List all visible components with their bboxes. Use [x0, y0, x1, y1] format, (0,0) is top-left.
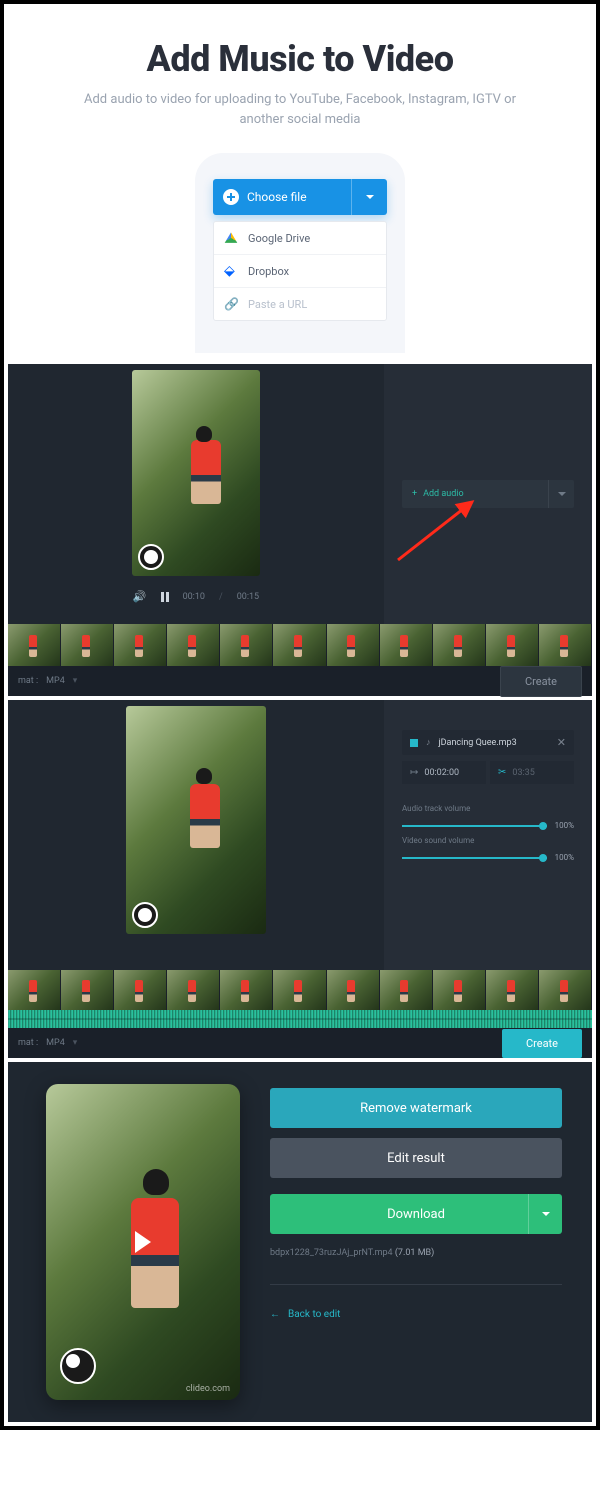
back-to-edit-link[interactable]: ← Back to edit	[270, 1309, 562, 1320]
side-panel: + Add audio	[384, 364, 592, 624]
audio-file-chip: ♪ jDancing Quee.mp3 ✕	[402, 730, 574, 755]
scissors-icon: ✂	[498, 767, 506, 778]
watermark-icon	[60, 1348, 96, 1384]
result-actions: Remove watermark Edit result Download bd…	[270, 1084, 562, 1400]
filename: bdpx1228_73ruzJAj_prNT.mp4	[270, 1248, 393, 1258]
choose-file-dropdown[interactable]	[351, 179, 387, 215]
add-audio-button[interactable]: + Add audio	[402, 480, 574, 508]
music-icon: ♪	[426, 737, 431, 748]
start-time: 00:02:00	[424, 768, 459, 778]
time-total: 00:15	[237, 592, 259, 602]
choose-file-label: Choose file	[247, 190, 307, 204]
start-time-input[interactable]: ↦ 00:02:00	[402, 761, 486, 784]
format-label: mat :	[18, 1038, 38, 1048]
trim-controls: ↦ 00:02:00 ✂ 03:35	[402, 761, 574, 784]
option-url[interactable]: 🔗 Paste a URL	[214, 288, 386, 320]
watermark-icon	[132, 902, 158, 928]
source-options: Google Drive ⬙ Dropbox 🔗 Paste a URL	[213, 221, 387, 321]
phone-mockup: Choose file Google Drive ⬙ Dropbox 🔗 Pas…	[195, 153, 405, 353]
volume-icon[interactable]: 🔊	[133, 590, 147, 603]
watermark-icon	[138, 544, 164, 570]
preview-pane: 🔊 00:10 / 00:15	[8, 364, 384, 624]
result-preview[interactable]: clideo.com	[46, 1084, 240, 1400]
format-label: mat :	[18, 676, 38, 686]
time-sep: /	[219, 592, 223, 602]
audio-volume-value: 100%	[555, 821, 574, 830]
video-preview[interactable]	[126, 706, 266, 934]
chevron-down-icon	[542, 1212, 550, 1216]
plus-icon	[223, 189, 239, 205]
download-label: Download	[387, 1207, 445, 1222]
edit-result-button[interactable]: Edit result	[270, 1138, 562, 1178]
video-volume-value: 100%	[555, 853, 574, 862]
watermark-text: clideo.com	[186, 1384, 230, 1394]
timeline[interactable]	[8, 970, 592, 1010]
gdrive-icon	[224, 231, 238, 245]
link-icon: 🔗	[224, 297, 238, 311]
side-panel: ♪ jDancing Quee.mp3 ✕ ↦ 00:02:00 ✂ 03:35…	[384, 700, 592, 970]
preview-pane	[8, 700, 384, 970]
audio-filename: jDancing Quee.mp3	[439, 738, 517, 748]
choose-file-button[interactable]: Choose file	[213, 179, 387, 215]
option-google-drive[interactable]: Google Drive	[214, 222, 386, 255]
remove-watermark-button[interactable]: Remove watermark	[270, 1088, 562, 1128]
editor-step-add-audio: 🔊 00:10 / 00:15 + Add audio	[8, 364, 592, 696]
trim-start-icon: ↦	[410, 767, 418, 778]
audio-volume-label: Audio track volume	[402, 804, 574, 813]
dropbox-icon: ⬙	[224, 264, 238, 278]
create-button[interactable]: Create	[502, 1029, 582, 1058]
pause-button[interactable]	[161, 592, 169, 602]
download-button[interactable]: Download	[270, 1194, 562, 1234]
create-button[interactable]: Create	[500, 666, 582, 697]
format-value[interactable]: MP4	[46, 676, 65, 686]
filesize: (7.01 MB)	[395, 1248, 434, 1258]
end-time: 03:35	[512, 768, 534, 778]
time-current: 00:10	[183, 592, 205, 602]
chevron-down-icon: ▾	[73, 1038, 78, 1048]
chevron-down-icon: ▾	[73, 676, 78, 686]
remove-audio-button[interactable]: ✕	[557, 736, 566, 749]
option-label: Paste a URL	[248, 298, 307, 311]
back-label: Back to edit	[288, 1309, 340, 1320]
playback-controls: 🔊 00:10 / 00:15	[133, 590, 259, 603]
audio-waveform[interactable]	[8, 1010, 592, 1028]
page-title: Add Music to Video	[28, 38, 572, 80]
bottom-bar: mat : MP4 ▾ Create	[8, 666, 592, 696]
file-icon	[410, 739, 418, 747]
download-dropdown[interactable]	[528, 1194, 562, 1234]
audio-volume-slider[interactable]: 100%	[402, 821, 574, 830]
video-preview[interactable]	[132, 370, 260, 576]
result-section: clideo.com Remove watermark Edit result …	[8, 1062, 592, 1422]
option-label: Dropbox	[248, 265, 289, 278]
timeline[interactable]	[8, 624, 592, 666]
format-value[interactable]: MP4	[46, 1038, 65, 1048]
option-label: Google Drive	[248, 232, 310, 245]
landing-section: Add Music to Video Add audio to video fo…	[8, 8, 592, 360]
add-audio-dropdown[interactable]	[548, 480, 574, 508]
play-icon[interactable]	[135, 1231, 151, 1253]
page-subtitle: Add audio to video for uploading to YouT…	[80, 90, 520, 129]
chevron-down-icon	[558, 492, 566, 496]
video-volume-slider[interactable]: 100%	[402, 853, 574, 862]
chevron-down-icon	[366, 195, 374, 199]
bottom-bar: mat : MP4 ▾ Create	[8, 1028, 592, 1058]
add-audio-label: Add audio	[423, 489, 464, 499]
arrow-left-icon: ←	[270, 1309, 280, 1320]
video-volume-label: Video sound volume	[402, 836, 574, 845]
editor-step-audio-settings: ♪ jDancing Quee.mp3 ✕ ↦ 00:02:00 ✂ 03:35…	[8, 700, 592, 1058]
end-time-input[interactable]: ✂ 03:35	[490, 761, 574, 784]
plus-icon: +	[412, 489, 417, 499]
option-dropbox[interactable]: ⬙ Dropbox	[214, 255, 386, 288]
output-filename: bdpx1228_73ruzJAj_prNT.mp4 (7.01 MB)	[270, 1248, 562, 1258]
divider	[270, 1284, 562, 1285]
